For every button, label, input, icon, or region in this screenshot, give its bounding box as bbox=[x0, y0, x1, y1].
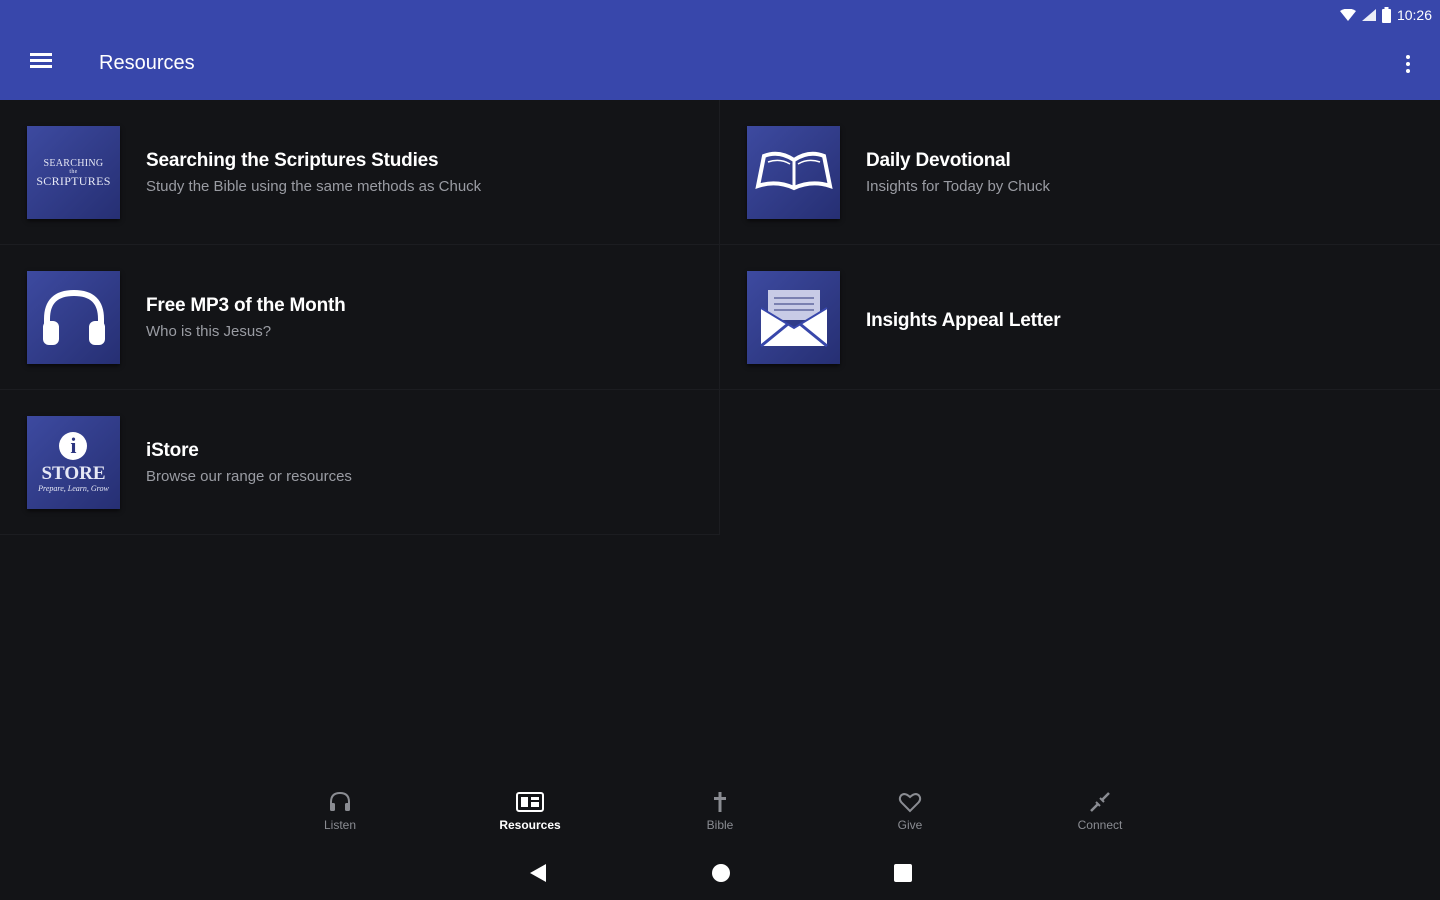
resource-title: Insights Appeal Letter bbox=[866, 310, 1061, 331]
nav-label: Connect bbox=[1077, 818, 1123, 832]
bottom-navigation: Listen Resources Bible Give Connect bbox=[245, 790, 1195, 840]
nav-label: Bible bbox=[706, 818, 734, 832]
open-book-icon bbox=[747, 126, 840, 219]
thumb-text-line: Prepare, Learn, Grow bbox=[38, 484, 109, 493]
istore-logo: i STORE Prepare, Learn, Grow bbox=[27, 416, 120, 509]
home-icon[interactable] bbox=[710, 862, 732, 889]
more-vert-icon[interactable] bbox=[1398, 52, 1418, 78]
thumb-text-line: STORE bbox=[41, 463, 106, 484]
nav-label: Resources bbox=[499, 818, 561, 832]
heart-icon bbox=[898, 793, 922, 813]
wifi-icon bbox=[1339, 9, 1356, 21]
resource-subtitle: Insights for Today by Chuck bbox=[866, 178, 1050, 195]
searching-scriptures-logo: SEARCHING the SCRIPTURES bbox=[27, 126, 120, 219]
system-navigation-bar bbox=[0, 862, 1440, 888]
signal-icon bbox=[1361, 9, 1376, 21]
nav-give[interactable]: Give bbox=[815, 790, 1005, 840]
resource-card-istore[interactable]: i STORE Prepare, Learn, Grow iStore Brow… bbox=[0, 390, 720, 535]
resource-title: Free MP3 of the Month bbox=[146, 295, 346, 316]
thumb-text-line: SCRIPTURES bbox=[36, 173, 111, 188]
nav-bible[interactable]: Bible bbox=[625, 790, 815, 840]
nav-listen[interactable]: Listen bbox=[245, 790, 435, 840]
back-icon[interactable] bbox=[528, 862, 548, 889]
resource-card-insights-appeal[interactable]: Insights Appeal Letter bbox=[720, 245, 1440, 390]
resource-subtitle: Study the Bible using the same methods a… bbox=[146, 178, 482, 195]
envelope-icon bbox=[747, 271, 840, 364]
thumb-text-line: SEARCHING bbox=[43, 157, 104, 169]
nav-label: Give bbox=[897, 818, 923, 832]
nav-label: Listen bbox=[323, 818, 357, 832]
nav-connect[interactable]: Connect bbox=[1005, 790, 1195, 840]
hamburger-menu-icon[interactable] bbox=[26, 50, 56, 78]
headphones-icon bbox=[330, 791, 350, 811]
status-bar: 10:26 bbox=[1339, 5, 1432, 25]
resource-title: Searching the Scriptures Studies bbox=[146, 150, 439, 171]
headphones-icon bbox=[27, 271, 120, 364]
nav-resources[interactable]: Resources bbox=[435, 790, 625, 840]
recents-icon[interactable] bbox=[893, 862, 913, 889]
battery-icon bbox=[1381, 7, 1391, 23]
resource-card-searching-scriptures[interactable]: SEARCHING the SCRIPTURES Searching the S… bbox=[0, 100, 720, 245]
status-time: 10:26 bbox=[1396, 7, 1432, 23]
resource-subtitle: Who is this Jesus? bbox=[146, 323, 272, 340]
app-bar: 10:26 Resources bbox=[0, 0, 1440, 100]
info-icon: i bbox=[59, 432, 88, 460]
resource-card-free-mp3[interactable]: Free MP3 of the Month Who is this Jesus? bbox=[0, 245, 720, 390]
page-title: Resources bbox=[99, 52, 195, 74]
resources-icon bbox=[516, 792, 544, 812]
resource-title: iStore bbox=[146, 440, 199, 461]
connect-icon bbox=[1090, 792, 1110, 812]
resource-title: Daily Devotional bbox=[866, 150, 1011, 171]
cross-icon bbox=[714, 792, 726, 812]
resource-card-daily-devotional[interactable]: Daily Devotional Insights for Today by C… bbox=[720, 100, 1440, 245]
resource-subtitle: Browse our range or resources bbox=[146, 468, 352, 485]
